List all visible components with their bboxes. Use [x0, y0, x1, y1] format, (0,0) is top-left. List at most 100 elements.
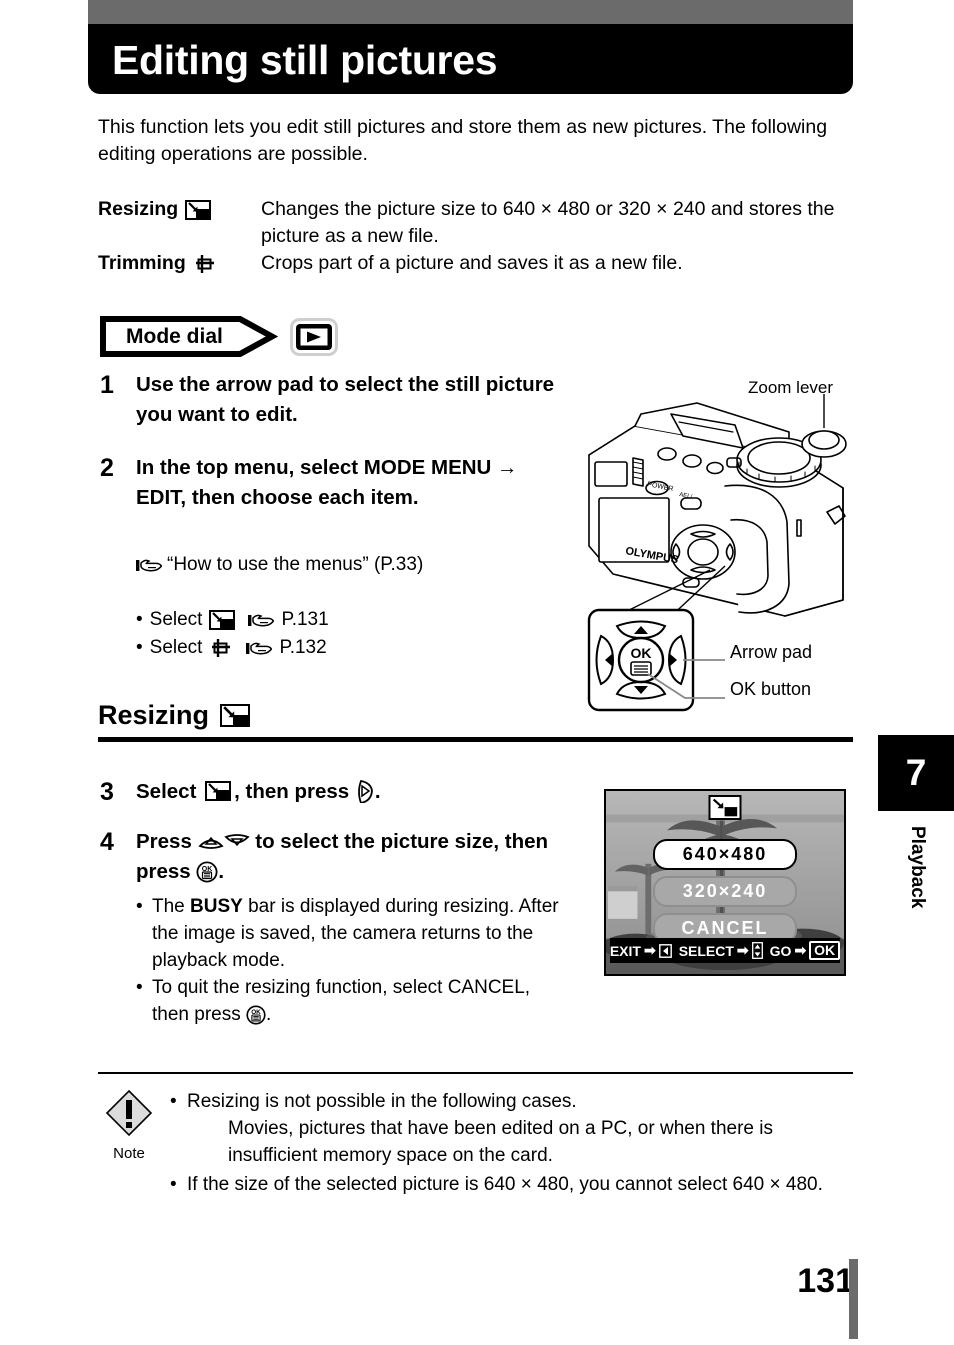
status-select-label: SELECT	[678, 942, 734, 959]
lcd-option-640x480[interactable]: 640×480	[653, 839, 797, 870]
step-3: 3 Select , then press .	[100, 777, 570, 807]
camera-label-zoom-lever: Zoom lever	[748, 378, 834, 397]
reference-line: “How to use the menus” (P.33)	[136, 552, 576, 578]
definition-term-label: Resizing	[98, 198, 179, 220]
step-number: 4	[100, 828, 114, 856]
step4-period: .	[218, 860, 225, 883]
trim-icon	[193, 254, 217, 274]
camera-diagram: OLYMPUS POWER AEL/ OK	[587, 394, 847, 712]
status-arrow-glyph: ➡	[643, 942, 656, 958]
trim-icon-glyph	[195, 254, 214, 273]
warning-diamond-icon	[105, 1089, 153, 1137]
bullet-item-resizing: • Select P.131	[136, 606, 576, 634]
ok-box-icon[interactable]: OK	[809, 941, 841, 960]
bullet-page-ref: P.131	[281, 609, 329, 630]
step-4-note-2: • To quit the resizing function, select …	[136, 974, 566, 1028]
step-4-note-2-text: To quit the resizing function, select CA…	[152, 977, 531, 1025]
ok-button-icon: OK	[196, 861, 218, 883]
step-text: Use the arrow pad to select the still pi…	[136, 373, 555, 426]
definition-description: Crops part of a picture and saves it as …	[261, 252, 683, 274]
resize-icon	[209, 610, 236, 630]
section-heading-resizing: Resizing	[98, 700, 853, 742]
definition-term: Trimming	[98, 250, 261, 277]
note-icon-wrap: Note	[103, 1088, 155, 1162]
section-rule	[98, 737, 853, 742]
down-pad-icon	[223, 834, 250, 847]
page-number: 131	[797, 1262, 854, 1300]
status-arrow-glyph: ➡	[736, 942, 749, 958]
chapter-tab-box: 7	[878, 735, 954, 811]
resize-icon-block	[233, 715, 249, 725]
reference-text: “How to use the menus” (P.33)	[167, 554, 424, 575]
lcd-option-label: 320×240	[682, 881, 768, 901]
bullet-dot: •	[136, 609, 143, 630]
footer-gray-bar	[849, 1259, 858, 1339]
lcd-resize-icon	[708, 795, 742, 820]
pointing-hand-icon	[246, 642, 273, 654]
camera-label-ok-button: OK button	[730, 679, 812, 699]
status-go-label: GO	[769, 942, 792, 959]
lcd-screen-mock: 640×480 320×240 CANCEL EXIT ➡ SELECT ➡ G…	[604, 789, 846, 976]
bullet-dot: •	[136, 637, 143, 658]
lcd-status-bar: EXIT ➡ SELECT ➡ GO ➡ OK	[610, 938, 841, 963]
lcd-option-320x240[interactable]: 320×240	[653, 876, 797, 907]
note-body: • Resizing is not possible in the follow…	[170, 1088, 860, 1198]
mode-dial-tag: Mode dial	[100, 316, 279, 357]
step-2: 2 In the top menu, select MODE MENU → ED…	[100, 453, 570, 513]
note-divider	[98, 1072, 853, 1074]
status-select-group: SELECT ➡	[679, 942, 763, 959]
resize-icon	[220, 704, 251, 727]
left-pad-icon	[658, 943, 672, 958]
step-text: Press to select the picture size, then p…	[136, 827, 570, 887]
definition-term-label: Trimming	[98, 252, 186, 274]
lcd-option-label: CANCEL	[681, 918, 769, 938]
step-text: Select , then press .	[136, 777, 381, 807]
status-exit-group: EXIT ➡	[610, 942, 672, 959]
playback-icon-glyph	[290, 317, 338, 356]
bullet-dot: •	[136, 977, 143, 998]
definition-term: Resizing	[98, 196, 261, 223]
section-heading-row: Resizing	[98, 700, 853, 731]
definition-row-resizing: Resizing Changes the picture size to 640…	[98, 196, 858, 250]
bullet-page-ref: P.132	[279, 637, 327, 658]
step-4: 4 Press to select the picture size, then…	[100, 827, 570, 887]
bullet-prefix: Select	[149, 609, 203, 630]
bullet-dot: •	[136, 896, 143, 917]
step4-text-before: Press	[136, 830, 192, 853]
note-item-1-text: Resizing is not possible in the followin…	[187, 1091, 577, 1112]
note-item-2-text: If the size of the selected picture is 6…	[187, 1174, 823, 1195]
resize-icon-block	[196, 208, 210, 218]
bullet-list: • Select P.131 • Select P.132	[136, 606, 576, 662]
chapter-number: 7	[905, 752, 927, 793]
header-gray-bar	[88, 0, 853, 24]
status-exit-label: EXIT	[609, 942, 641, 959]
resize-icon	[185, 199, 212, 220]
section-title: Resizing	[98, 700, 210, 730]
manual-page: Editing still pictures This function let…	[0, 0, 954, 1345]
lcd-resize-icon-glyph	[712, 798, 738, 817]
step-text: In the top menu, select MODE MENU → EDIT…	[136, 456, 518, 509]
status-go-group: GO ➡ OK	[770, 941, 841, 960]
arrow-right-pad-icon	[357, 779, 373, 805]
up-down-pad-icon	[751, 942, 763, 959]
step3-text-before: Select	[136, 780, 197, 803]
page-title: Editing still pictures	[112, 37, 498, 83]
pad-ok-text: OK	[631, 645, 652, 661]
chapter-label-wrap: Playback	[878, 820, 954, 950]
note-label: Note	[113, 1145, 145, 1162]
lcd-option-label: 640×480	[682, 844, 768, 864]
chapter-label: Playback	[907, 826, 928, 909]
note-item-1-sub: Movies, pictures that have been edited o…	[228, 1118, 773, 1166]
resize-icon-block	[216, 790, 230, 799]
status-arrow-glyph: ➡	[794, 942, 807, 958]
step-4-note-2-label: To quit the resizing function, select CA…	[152, 977, 531, 1025]
definition-description: Changes the picture size to 640 × 480 or…	[261, 198, 835, 247]
step-1: 1 Use the arrow pad to select the still …	[100, 370, 570, 430]
step-number: 1	[100, 371, 114, 399]
bullet-prefix: Select	[149, 637, 203, 658]
step-4-note-1: • The BUSY bar is displayed during resiz…	[136, 893, 566, 974]
step-number: 2	[100, 454, 114, 482]
camera-illustration: OLYMPUS POWER AEL/ OK Zoom lever Arrow p…	[575, 370, 954, 715]
ok-button-icon: OK	[246, 1005, 266, 1025]
playback-icon[interactable]	[290, 317, 338, 356]
